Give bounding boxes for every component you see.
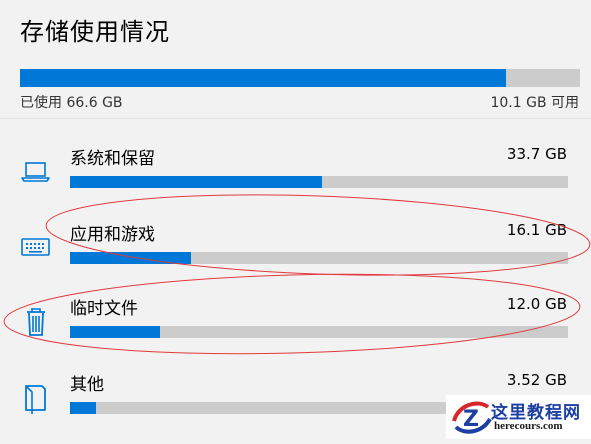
category-label: 临时文件 xyxy=(70,299,138,319)
folder-icon xyxy=(18,380,54,416)
category-row-system[interactable]: 系统和保留 33.7 GB xyxy=(0,144,591,218)
logo-emblem-icon: Z xyxy=(452,401,492,434)
watermark-logo: Z 这里教程网 herecours.com xyxy=(446,395,591,439)
category-row-temp[interactable]: 临时文件 12.0 GB xyxy=(0,294,591,368)
category-size: 33.7 GB xyxy=(506,145,567,163)
category-usage-bar xyxy=(70,326,568,338)
total-usage-bar xyxy=(20,69,580,87)
divider xyxy=(0,118,591,119)
category-usage-bar xyxy=(70,252,568,264)
laptop-icon xyxy=(18,154,54,188)
category-row-apps[interactable]: 应用和游戏 16.1 GB xyxy=(0,220,591,294)
category-size: 3.52 GB xyxy=(506,371,567,389)
category-size: 16.1 GB xyxy=(506,221,567,239)
category-label: 系统和保留 xyxy=(70,149,155,169)
used-space-label: 已使用 66.6 GB xyxy=(20,95,123,111)
category-usage-fill xyxy=(70,252,191,264)
keyboard-icon xyxy=(18,230,54,264)
watermark-url: herecours.com xyxy=(494,420,563,432)
page-title: 存储使用情况 xyxy=(20,18,170,46)
total-usage-fill xyxy=(20,69,507,87)
category-usage-fill xyxy=(70,326,161,338)
category-usage-bar xyxy=(70,176,568,188)
category-size: 12.0 GB xyxy=(506,295,567,313)
category-usage-fill xyxy=(70,402,97,414)
category-usage-fill xyxy=(70,176,323,188)
trash-icon xyxy=(18,304,54,338)
category-label: 应用和游戏 xyxy=(70,225,155,245)
category-label: 其他 xyxy=(70,375,104,395)
free-space-label: 10.1 GB 可用 xyxy=(490,95,579,111)
svg-text:Z: Z xyxy=(463,407,479,432)
